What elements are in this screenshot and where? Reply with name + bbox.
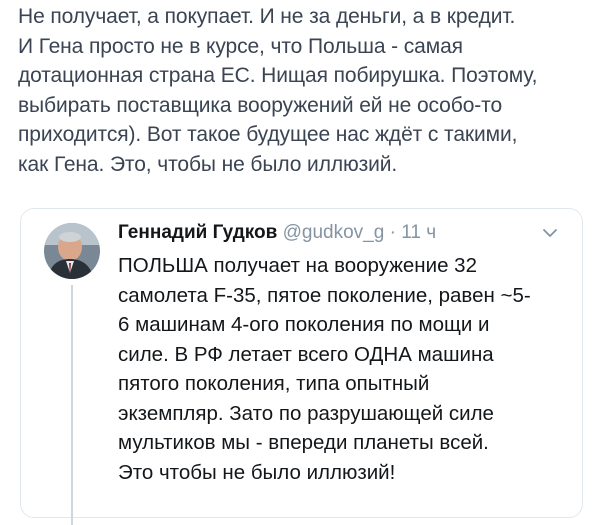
quoted-text-line: Это чтобы не было иллюзий!	[118, 460, 396, 484]
thread-line	[71, 285, 73, 525]
quoted-text-line: ПОЛЬША получает на вооружение 32	[118, 254, 477, 277]
quoted-text-line: мультиков мы - впереди планеты всей.	[118, 431, 489, 454]
header-separator: ·	[389, 222, 396, 243]
tweet-text-line: как Гена. Это, чтобы не было иллюзий.	[18, 152, 398, 176]
tweet-text-line: И Гена просто не в курсе, что Польша - с…	[18, 34, 463, 58]
chevron-down-icon[interactable]	[542, 227, 558, 239]
quoted-text-line: пятого поколения, типа опытный	[118, 372, 430, 395]
quoted-text-line: самолета F-35, пятое поколение, равен ~5…	[118, 283, 531, 307]
author-handle[interactable]: @gudkov_g	[283, 222, 385, 243]
tweet-text-line: выбирать поставщика вооружений ей не осо…	[18, 93, 503, 117]
tweet-text-line: дотационная страна ЕС. Нищая побирушка. …	[18, 64, 538, 87]
tweet-text-line: Не получает, а покупает. И не за деньги,…	[18, 5, 516, 28]
quoted-text-line: силе. В РФ летает всего ОДНА машина	[118, 342, 494, 366]
avatar[interactable]	[44, 223, 100, 279]
tweet-timestamp[interactable]: 11 ч	[401, 222, 436, 243]
tweet-text-line: приходится). Вот такое будущее нас ждёт …	[18, 123, 518, 146]
user-photo-avatar-icon	[44, 223, 100, 279]
quoted-tweet-text: ПОЛЬША получает на вооружение 32 самолет…	[118, 251, 531, 487]
quoted-text-line: экземпляр. Зато по разрушающей силе	[118, 401, 494, 425]
author-name[interactable]: Геннадий Гудков	[118, 222, 277, 243]
tweet-text: Не получает, а покупает. И не за деньги,…	[18, 2, 598, 179]
quoted-tweet-card[interactable]: Геннадий Гудков @gudkov_g · 11 ч ПОЛЬША …	[20, 208, 583, 525]
quoted-tweet-header: Геннадий Гудков @gudkov_g · 11 ч	[118, 221, 436, 245]
quoted-text-line: 6 машинам 4-ого поколения по мощи и	[118, 313, 490, 336]
